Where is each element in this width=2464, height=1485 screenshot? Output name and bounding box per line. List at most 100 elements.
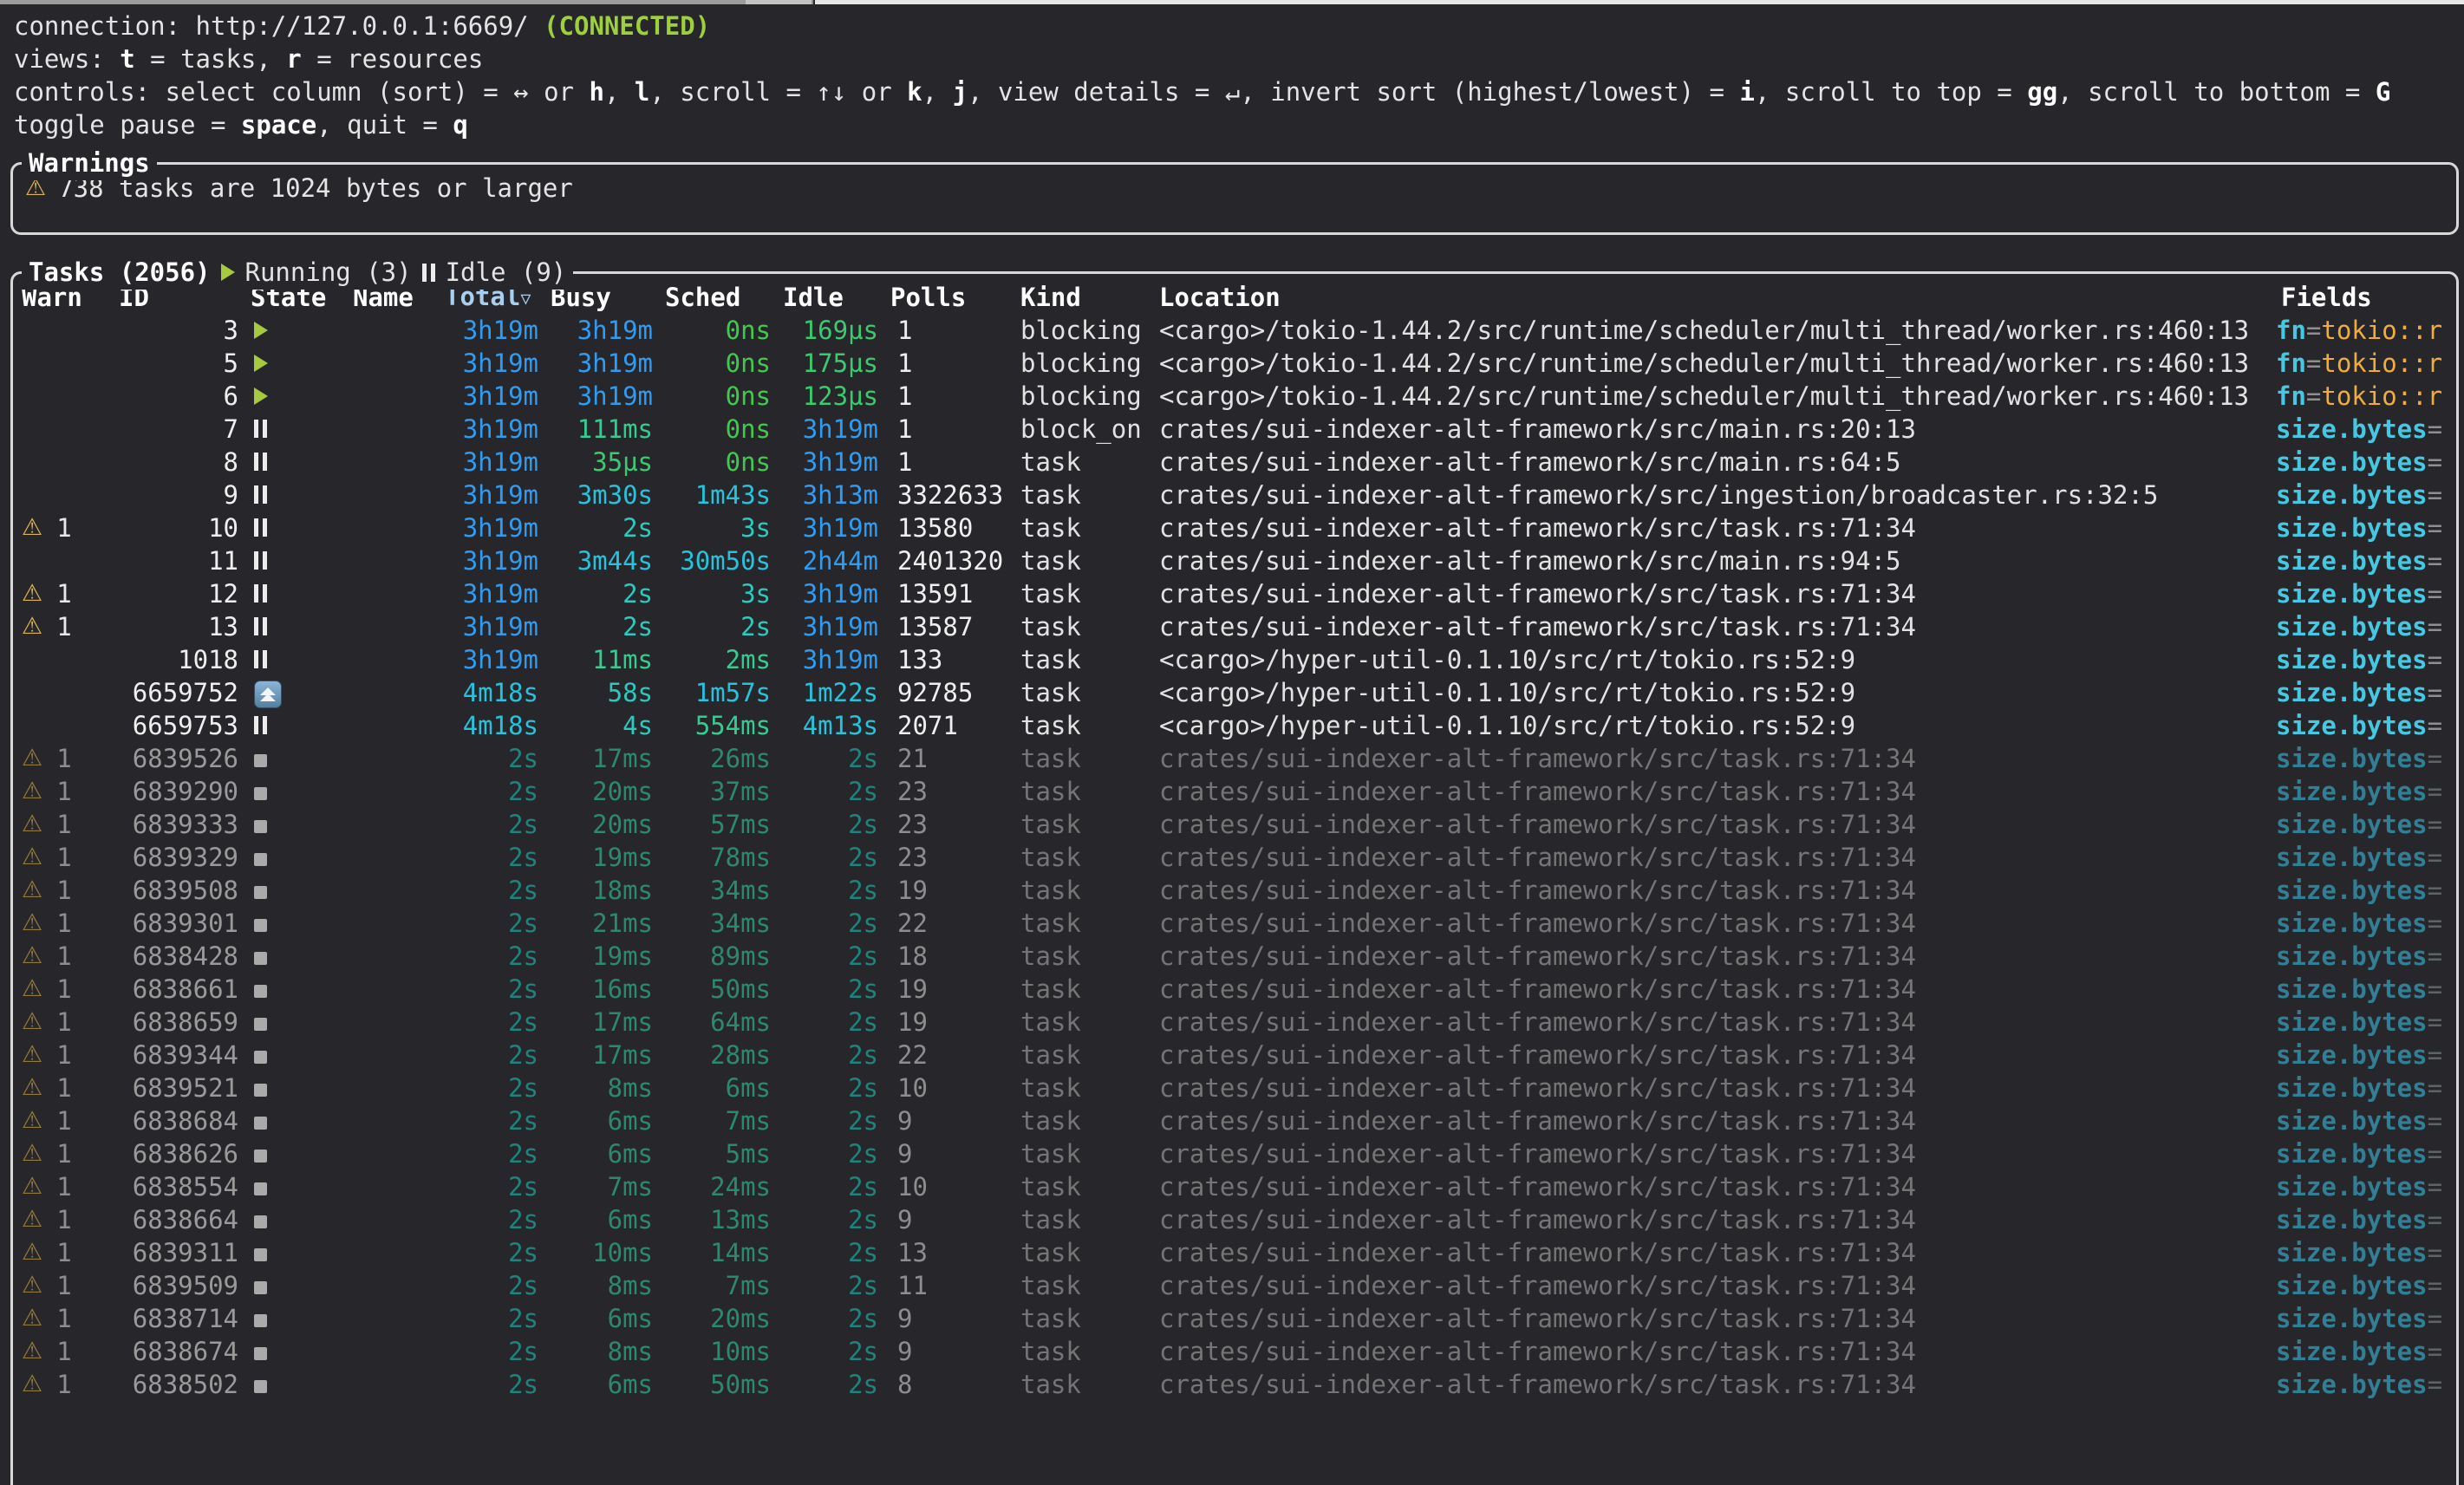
total-cell: 2s [440, 1170, 545, 1203]
column-header-polls[interactable]: Polls [885, 281, 1015, 314]
location-cell: crates/sui-indexer-alt-framework/src/tas… [1154, 973, 2276, 1006]
warning-icon: ⚠ [22, 1203, 42, 1236]
warn-cell: ⚠1 [16, 1302, 114, 1335]
kind-cell: blocking [1015, 380, 1154, 413]
task-row[interactable]: ⚠1103h19m2s3s3h19m13580taskcrates/sui-in… [16, 511, 2456, 544]
warn-count: 1 [56, 874, 71, 907]
busy-cell: 58s [545, 676, 660, 709]
duration-value: 175µs [803, 348, 878, 378]
task-row[interactable]: ⚠168393012s21ms34ms2s22taskcrates/sui-in… [16, 907, 2456, 940]
column-header-sched[interactable]: Sched [660, 281, 778, 314]
text-segment: ↑↓ [816, 77, 846, 107]
field-key: size.bytes [2276, 711, 2428, 740]
duration-value: 6ms [608, 1106, 653, 1136]
task-row[interactable]: ⚠168386612s16ms50ms2s19taskcrates/sui-in… [16, 973, 2456, 1006]
task-row[interactable]: ⚠168393112s10ms14ms2s13taskcrates/sui-in… [16, 1236, 2456, 1269]
task-row[interactable]: 33h19m3h19m0ns169µs1blocking<cargo>/toki… [16, 314, 2456, 347]
column-header-location[interactable]: Location [1154, 281, 2276, 314]
polls-cell: 9 [885, 1302, 1015, 1335]
task-row[interactable]: ⚠168392902s20ms37ms2s23taskcrates/sui-in… [16, 775, 2456, 808]
total-cell: 2s [440, 1368, 545, 1401]
duration-value: 8ms [608, 1073, 653, 1103]
duration-value: 1m57s [695, 678, 771, 707]
task-row[interactable]: ⚠1123h19m2s3s3h19m13591taskcrates/sui-in… [16, 577, 2456, 610]
field-key: size.bytes [2276, 941, 2428, 971]
duration-value: 2s [848, 941, 878, 971]
fields-cell: size.bytes= [2276, 1006, 2456, 1039]
stop-icon [254, 853, 267, 866]
idle-cell: 2s [778, 1368, 885, 1401]
fields-cell: size.bytes= [2276, 610, 2456, 643]
task-row[interactable]: ⚠168387142s6ms20ms2s9taskcrates/sui-inde… [16, 1302, 2456, 1335]
task-row[interactable]: ⚠168386592s17ms64ms2s19taskcrates/sui-in… [16, 1006, 2456, 1039]
duration-value: 2s [508, 1073, 538, 1103]
fields-cell: size.bytes= [2276, 907, 2456, 940]
task-row[interactable]: 93h19m3m30s1m43s3h13m3322633taskcrates/s… [16, 479, 2456, 511]
task-row[interactable]: 53h19m3h19m0ns175µs1blocking<cargo>/toki… [16, 347, 2456, 380]
location-cell: crates/sui-indexer-alt-framework/src/tas… [1154, 1368, 2276, 1401]
column-header-fields[interactable]: Fields [2276, 281, 2456, 314]
id-cell: 1018 [114, 643, 245, 676]
sched-cell: 30m50s [660, 544, 778, 577]
task-row[interactable]: ⚠168386642s6ms13ms2s9taskcrates/sui-inde… [16, 1203, 2456, 1236]
task-row[interactable]: 10183h19m11ms2ms3h19m133task<cargo>/hype… [16, 643, 2456, 676]
column-header-kind[interactable]: Kind [1015, 281, 1154, 314]
polls-cell: 13591 [885, 577, 1015, 610]
task-row[interactable]: 63h19m3h19m0ns123µs1blocking<cargo>/toki… [16, 380, 2456, 413]
busy-cell: 3m30s [545, 479, 660, 511]
field-equals: = [2428, 810, 2442, 839]
location-cell: crates/sui-indexer-alt-framework/src/tas… [1154, 1137, 2276, 1170]
duration-value: 6ms [608, 1304, 653, 1333]
field-key: size.bytes [2276, 1205, 2428, 1234]
stop-icon [254, 886, 267, 899]
duration-value: 2s [848, 843, 878, 872]
state-cell [245, 1104, 348, 1137]
task-row[interactable]: ⚠168395262s17ms26ms2s21taskcrates/sui-in… [16, 742, 2456, 775]
idle-cell: 3h13m [778, 479, 885, 511]
task-row[interactable]: ⚠168395212s8ms6ms2s10taskcrates/sui-inde… [16, 1071, 2456, 1104]
task-row[interactable]: ⚠168395082s18ms34ms2s19taskcrates/sui-in… [16, 874, 2456, 907]
id-cell: 6838674 [114, 1335, 245, 1368]
warning-icon: ⚠ [22, 1104, 42, 1137]
task-row[interactable]: ⚠168386842s6ms7ms2s9taskcrates/sui-index… [16, 1104, 2456, 1137]
task-row[interactable]: 113h19m3m44s30m50s2h44m2401320taskcrates… [16, 544, 2456, 577]
duration-value: 37ms [710, 777, 771, 806]
task-row[interactable]: ⚠168393442s17ms28ms2s22taskcrates/sui-in… [16, 1039, 2456, 1071]
warn-count: 1 [56, 1203, 71, 1236]
id-cell: 6839301 [114, 907, 245, 940]
polls-cell: 2071 [885, 709, 1015, 742]
column-header-idle[interactable]: Idle [778, 281, 885, 314]
polls-cell: 21 [885, 742, 1015, 775]
task-row[interactable]: ⚠168395092s8ms7ms2s11taskcrates/sui-inde… [16, 1269, 2456, 1302]
task-row[interactable]: ⚠168393332s20ms57ms2s23taskcrates/sui-in… [16, 808, 2456, 841]
task-row[interactable]: ⚠168385022s6ms50ms2s8taskcrates/sui-inde… [16, 1368, 2456, 1401]
duration-value: 3h19m [463, 513, 538, 543]
busy-cell: 6ms [545, 1137, 660, 1170]
task-row[interactable]: ⚠168386262s6ms5ms2s9taskcrates/sui-index… [16, 1137, 2456, 1170]
task-row[interactable]: ⚠1133h19m2s2s3h19m13587taskcrates/sui-in… [16, 610, 2456, 643]
task-row[interactable]: 66597534m18s4s554ms4m13s2071task<cargo>/… [16, 709, 2456, 742]
kind-cell: task [1015, 643, 1154, 676]
task-row[interactable]: 73h19m111ms0ns3h19m1block_oncrates/sui-i… [16, 413, 2456, 446]
field-key: fn [2276, 348, 2306, 378]
total-cell: 2s [440, 1335, 545, 1368]
duration-value: 2s [508, 1337, 538, 1366]
state-cell [245, 841, 348, 874]
task-row[interactable]: ⚠168385542s7ms24ms2s10taskcrates/sui-ind… [16, 1170, 2456, 1203]
field-equals: = [2428, 612, 2442, 642]
task-row[interactable]: ⚠168386742s8ms10ms2s9taskcrates/sui-inde… [16, 1335, 2456, 1368]
field-key: size.bytes [2276, 1106, 2428, 1136]
task-row[interactable]: ⚠168393292s19ms78ms2s23taskcrates/sui-in… [16, 841, 2456, 874]
field-equals: = [2428, 678, 2442, 707]
stop-icon [254, 1380, 267, 1393]
warn-cell: ⚠1 [16, 577, 114, 610]
task-row[interactable]: 66597524m18s58s1m57s1m22s92785task<cargo… [16, 676, 2456, 709]
busy-cell: 35µs [545, 446, 660, 479]
duration-value: 3h19m [463, 414, 538, 444]
duration-value: 2s [623, 513, 653, 543]
location-cell: crates/sui-indexer-alt-framework/src/tas… [1154, 1006, 2276, 1039]
task-row[interactable]: ⚠168384282s19ms89ms2s18taskcrates/sui-in… [16, 940, 2456, 973]
task-row[interactable]: 83h19m35µs0ns3h19m1taskcrates/sui-indexe… [16, 446, 2456, 479]
duration-value: 3m44s [577, 546, 653, 576]
busy-cell: 17ms [545, 1006, 660, 1039]
